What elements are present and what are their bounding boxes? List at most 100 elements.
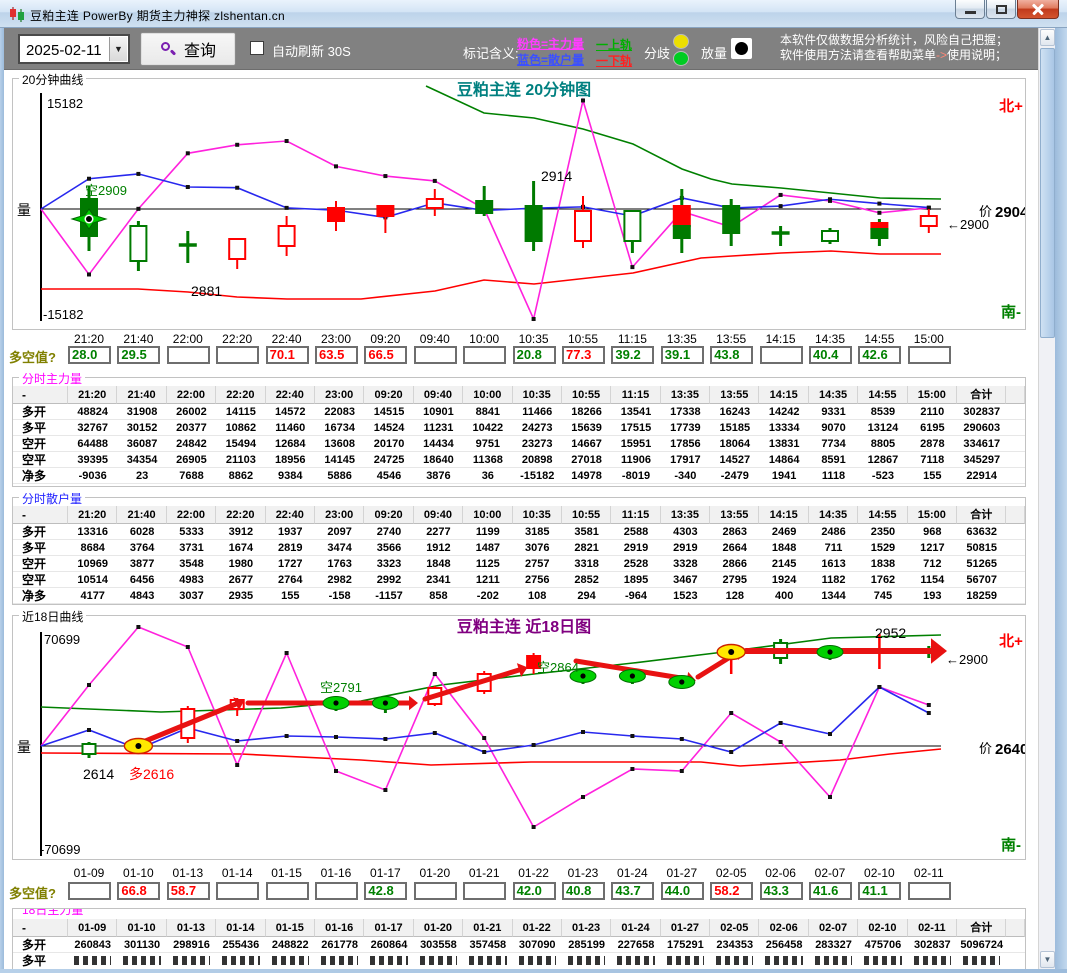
long-short-value-box [463, 346, 507, 364]
svg-text:北+: 北+ [999, 98, 1023, 115]
table-cell: 2110 [907, 404, 958, 420]
scrollbar-thumb[interactable] [1040, 48, 1055, 338]
table-cell: 3912 [216, 524, 266, 540]
table-cell: -202 [463, 588, 513, 604]
combo-dropdown-button[interactable]: ▼ [109, 37, 127, 61]
table-cell: 345297 [957, 452, 1007, 468]
table-header-cell: 01-24 [611, 919, 661, 937]
query-button[interactable]: 查询 [140, 32, 236, 66]
svg-text:量: 量 [17, 202, 31, 218]
retail-table-label: 分时散户量 [19, 490, 86, 507]
svg-text:2914: 2914 [541, 168, 572, 184]
table-cell: 10514 [68, 572, 118, 588]
table-cell: 6028 [117, 524, 167, 540]
table-header-cell: 22:40 [265, 506, 315, 524]
table-row: 净多 4177 4843 3037 2935 155 -158 -1157 858 -202 108… [13, 588, 1025, 604]
table-cell: 2740 [364, 524, 414, 540]
daily-long-short-row: 66.8 58.7 42.8 42.0 40.8 43.7 44.0 58.2 43.3 41.6… [4, 882, 1038, 900]
legend-volume-label: 放量 [701, 46, 728, 61]
table-row: 多平 8684 3764 3731 1674 2819 3474 3566 1912 1487 30… [13, 540, 1025, 556]
long-short-value-box [413, 346, 457, 364]
window-border-left [0, 28, 4, 973]
chevron-down-icon: ▼ [114, 44, 123, 54]
table-cell: 1199 [463, 524, 513, 540]
row-label: 净多 [13, 588, 68, 604]
table-cell: 255436 [216, 937, 266, 953]
table-cell: 63632 [957, 524, 1007, 540]
table-cell: 56707 [957, 572, 1007, 588]
minimize-button[interactable] [955, 0, 985, 19]
table-cell: 10422 [463, 420, 513, 436]
table-cell: 1763 [314, 556, 365, 572]
table-cell: 3328 [660, 556, 711, 572]
clipped-cell [266, 953, 315, 969]
table-cell: 2528 [611, 556, 661, 572]
table-cell: 10862 [216, 420, 266, 436]
table-cell: 14515 [364, 404, 414, 420]
minute-chart-groupbox: 20分钟曲线 15182 -15182 量空2909 2881 2914 北+ 南- 价 290… [12, 71, 1026, 330]
scroll-up-button[interactable]: ▲ [1040, 29, 1055, 46]
table-cell: 4983 [166, 572, 217, 588]
table-cell: 9751 [463, 436, 513, 452]
row-label: 净多 [13, 468, 68, 484]
table-cell: 8539 [858, 404, 908, 420]
long-short-value-box: 28.0 [68, 346, 111, 364]
clipped-cell [710, 953, 759, 969]
table-cell: 18956 [265, 452, 315, 468]
table-header-cell: 22:20 [216, 506, 266, 524]
table-header-cell: 23:00 [314, 386, 365, 404]
table-cell: 303558 [413, 937, 464, 953]
window-border-bottom [0, 969, 1067, 973]
scroll-down-button[interactable]: ▼ [1040, 951, 1055, 968]
clipped-cell [809, 953, 858, 969]
close-button[interactable] [1017, 0, 1059, 19]
table-cell: 155 [907, 468, 958, 484]
table-cell: 285199 [561, 937, 612, 953]
date-select[interactable]: 2025-02-11 ▼ [18, 34, 130, 64]
table-cell: 20898 [512, 452, 562, 468]
axis-tick-label: 02-07 [814, 866, 846, 880]
legend-lower-band: 一下轨 [596, 54, 633, 68]
table-header-cell: 10:55 [561, 506, 612, 524]
table-cell: 1344 [808, 588, 859, 604]
table-header-cell: 合计 [957, 506, 1007, 524]
axis-tick-label: 01-27 [666, 866, 698, 880]
divergence-yellow-icon [673, 34, 689, 49]
axis-tick-label: 23:00 [320, 332, 352, 346]
clipped-cell [611, 953, 660, 969]
table-cell: 9070 [808, 420, 859, 436]
maximize-button[interactable] [986, 0, 1016, 19]
clipped-cell [117, 953, 166, 969]
table-cell: -8019 [611, 468, 661, 484]
table-header-cell: 01-15 [265, 919, 315, 937]
table-cell [1006, 588, 1025, 604]
table-header-cell: 21:40 [117, 506, 167, 524]
table-header-cell: 21:40 [117, 386, 167, 404]
app-icon [10, 7, 24, 22]
svg-text:←2900: ←2900 [947, 217, 989, 232]
axis-tick-label: 01-10 [123, 866, 154, 880]
table-cell: 15951 [611, 436, 661, 452]
title-bar[interactable]: 豆粕主连 PowerBy 期货主力神探 zlshentan.cn [0, 0, 1067, 28]
table-cell: 175291 [660, 937, 711, 953]
table-cell: 36087 [117, 436, 167, 452]
table-cell: 14527 [710, 452, 760, 468]
table-cell [1006, 540, 1025, 556]
long-short-value-box [413, 882, 457, 900]
table-row: 多开 13316 6028 5333 3912 1937 2097 2740 2277 1199 3… [13, 524, 1025, 540]
table-cell: 10901 [413, 404, 464, 420]
clipped-table-row: 多平 [13, 953, 1025, 969]
close-icon [1032, 3, 1044, 16]
table-cell: 3566 [364, 540, 414, 556]
axis-tick-label: 14:55 [864, 332, 895, 346]
table-cell: 9331 [808, 404, 859, 420]
table-cell: 1613 [808, 556, 859, 572]
table-cell: 1912 [413, 540, 464, 556]
long-short-value-box [216, 882, 260, 900]
table-cell: 10969 [68, 556, 118, 572]
table-header-cell: 02-10 [858, 919, 908, 937]
axis-tick-label: 01-21 [468, 866, 500, 880]
window-border-right [1055, 28, 1067, 973]
scrollbar[interactable]: ▲ ▼ [1038, 28, 1055, 969]
auto-refresh-checkbox[interactable] [250, 41, 264, 55]
